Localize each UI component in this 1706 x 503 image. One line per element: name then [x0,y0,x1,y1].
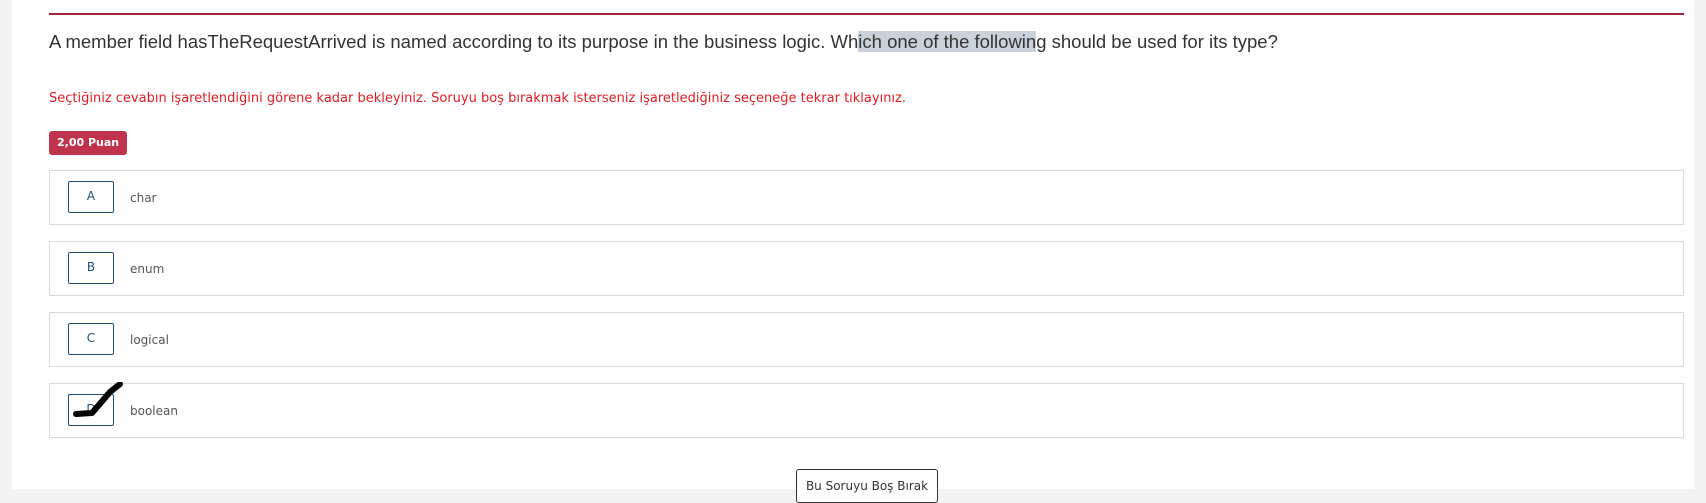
option-c-text: logical [130,333,169,347]
option-a-text: char [130,191,157,205]
option-a-letter[interactable]: A [68,181,114,213]
option-d-letter[interactable]: D [68,394,114,426]
warning-message: Seçtiğiniz cevabın işaretlendiğini gören… [49,91,906,106]
exam-page: A member field hasTheRequestArrived is n… [12,0,1694,503]
option-a[interactable]: A char [49,170,1684,225]
option-d[interactable]: D boolean [49,383,1684,438]
option-b[interactable]: B enum [49,241,1684,296]
question-text-part1: A member field hasTheRequestArrived is n… [49,31,859,52]
option-b-text: enum [130,262,165,276]
option-c[interactable]: C logical [49,312,1684,367]
skip-question-button[interactable]: Bu Soruyu Boş Bırak [796,469,938,503]
question-text: A member field hasTheRequestArrived is n… [49,28,1679,56]
question-text-highlight: ich one of the followin [858,31,1037,52]
top-divider [49,13,1684,15]
points-badge: 2,00 Puan [49,131,128,155]
question-text-part2: g should be used for its type? [1036,31,1278,52]
option-d-text: boolean [130,404,178,418]
option-c-letter[interactable]: C [68,323,114,355]
option-b-letter[interactable]: B [68,252,114,284]
